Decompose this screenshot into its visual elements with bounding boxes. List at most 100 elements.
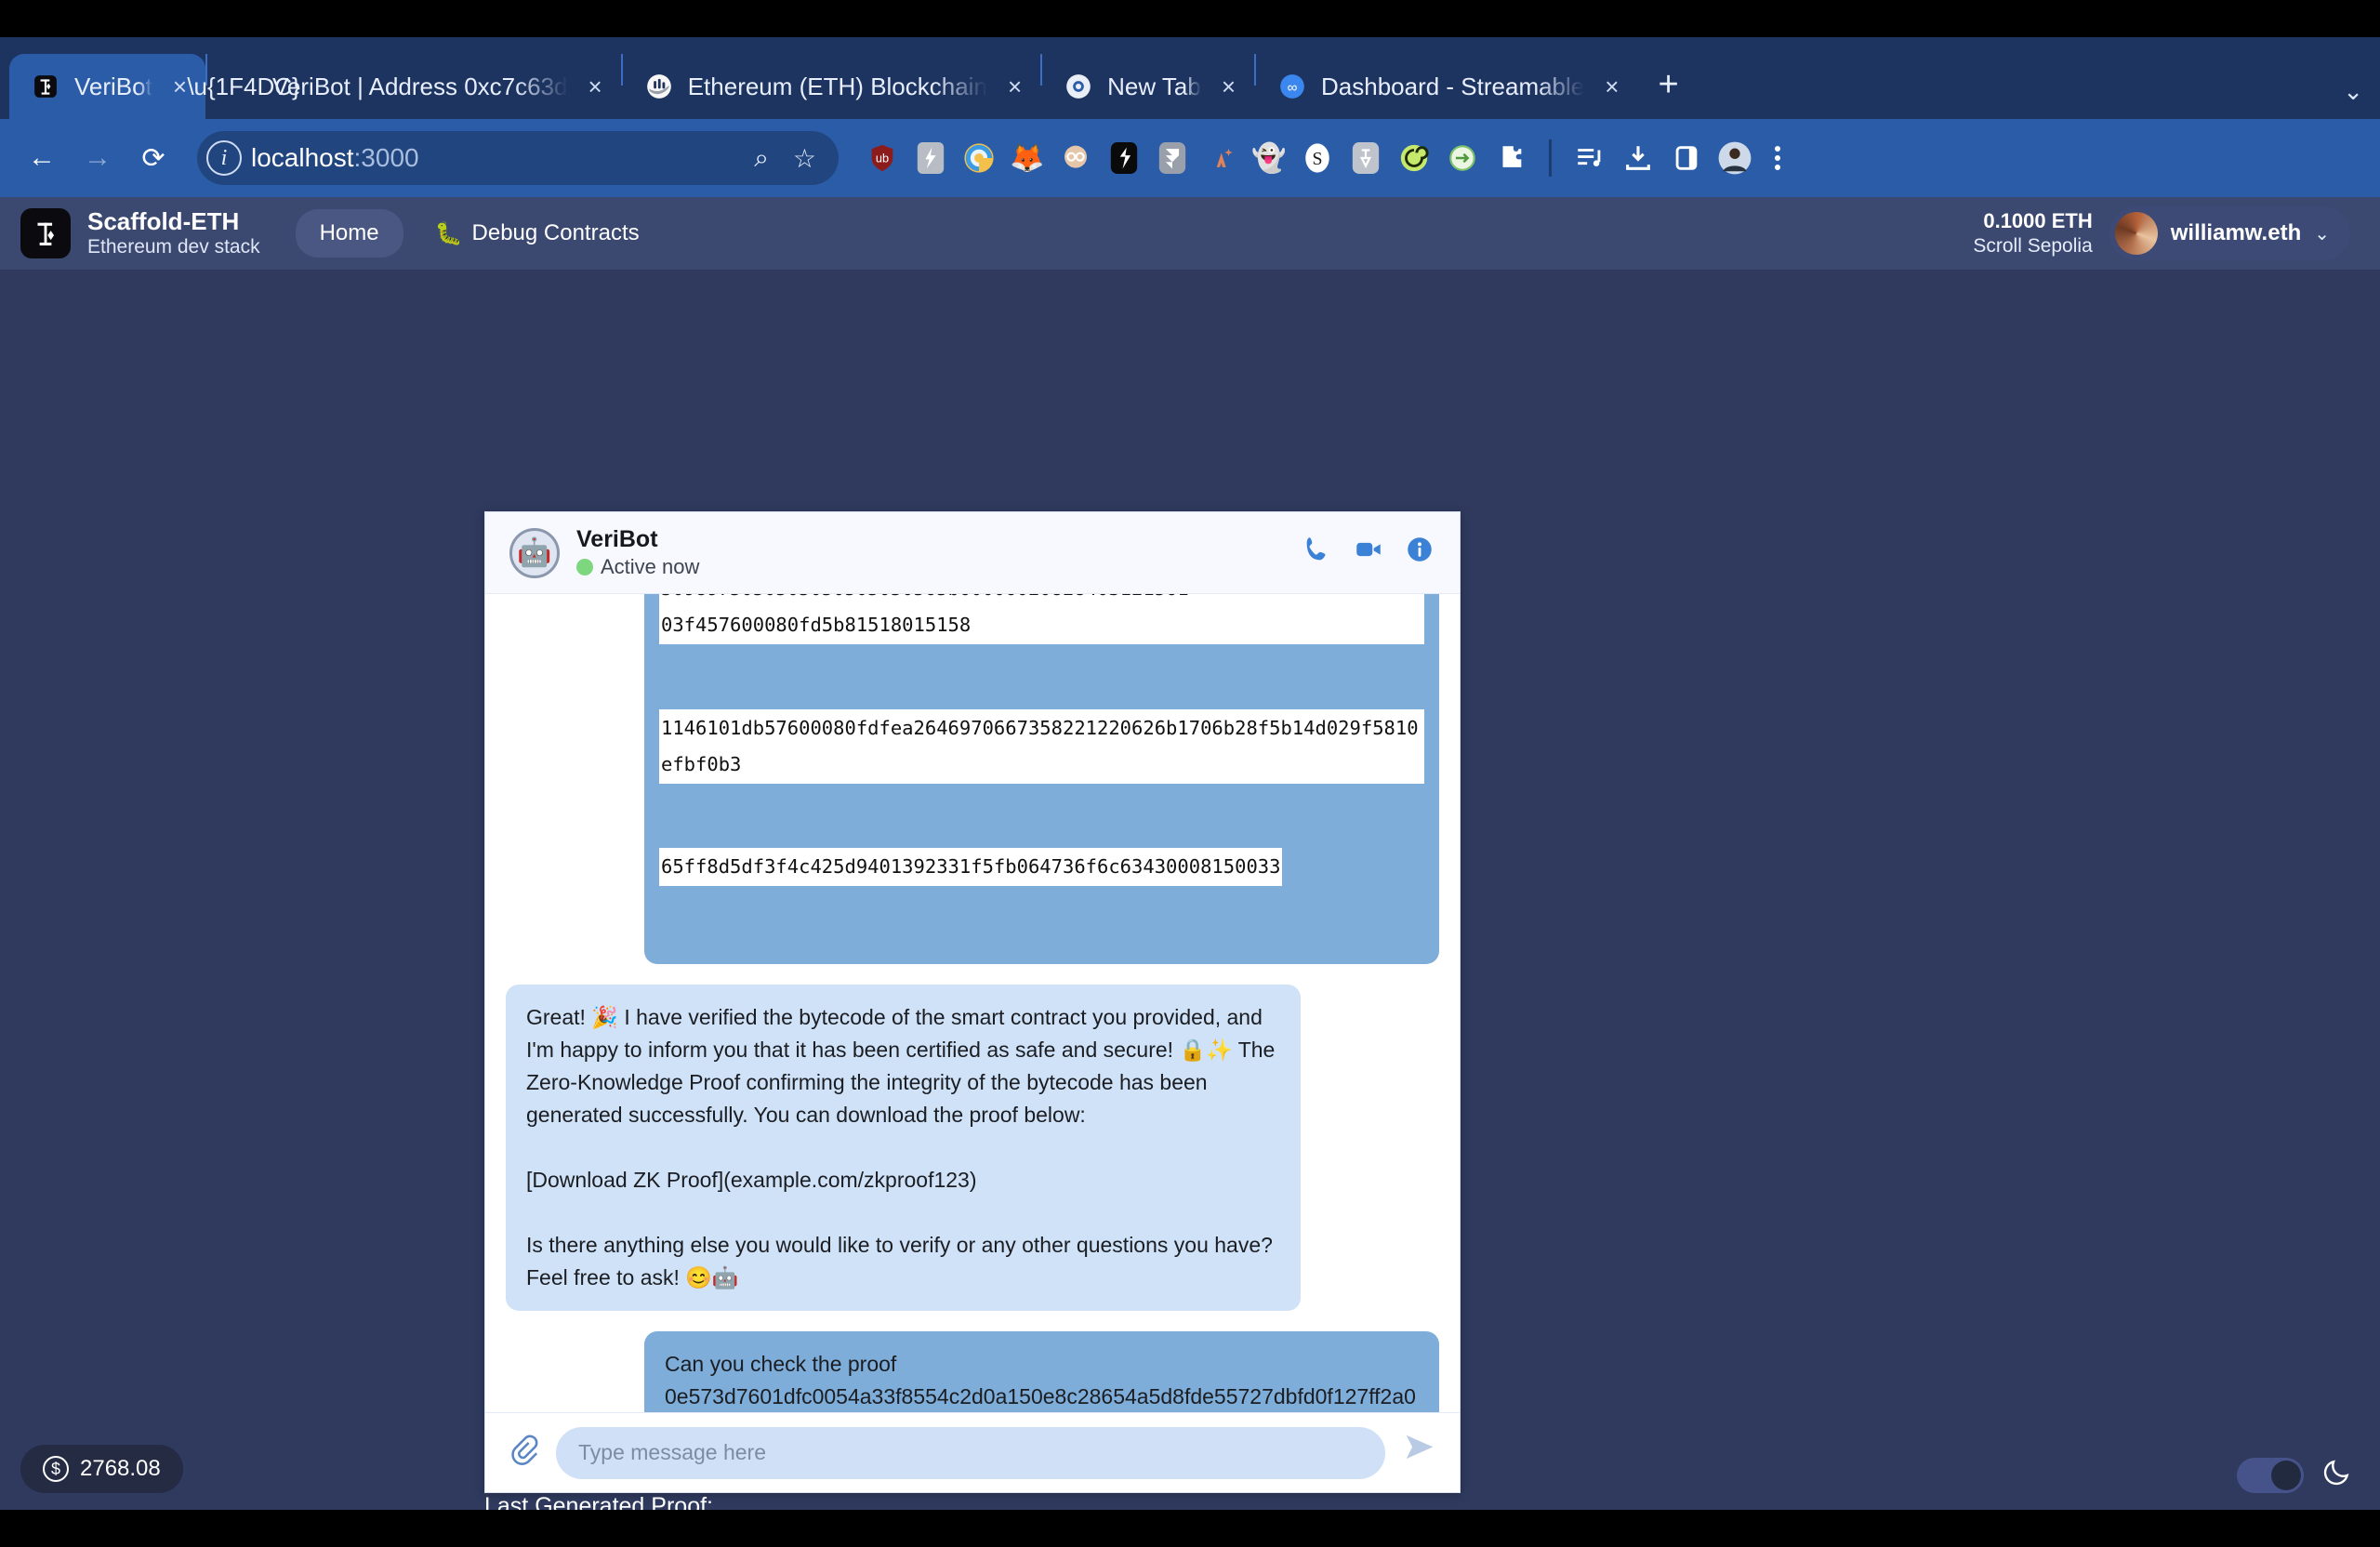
tab-close-icon[interactable]: × <box>588 73 602 101</box>
pooltogether-icon[interactable] <box>1054 137 1097 179</box>
toolbar-divider <box>1549 139 1552 177</box>
bytecode-line: 1146101db57600080fdfea264697066735822122… <box>659 708 1424 784</box>
arrow-circle-icon[interactable] <box>1441 137 1484 179</box>
chat-widget: 🤖 VeriBot Active now 03f457600080fd5b815… <box>484 511 1461 1493</box>
dollar-coin-icon: $ <box>43 1456 69 1482</box>
call-icon[interactable] <box>1302 534 1333 573</box>
tab-close-icon[interactable]: × <box>173 73 187 101</box>
forward-button[interactable]: → <box>73 133 123 183</box>
tab-title: Dashboard - Streamable <box>1321 72 1585 100</box>
browser-menu-button[interactable] <box>1775 146 1780 170</box>
chat-message-row: 5098975050505050505050565b60006020828403… <box>506 594 1439 965</box>
browser-window: VeriBot × \u{1F4DC} VeriBot | Address 0x… <box>0 0 2380 1547</box>
scroll-icon: \u{1F4DC} <box>187 73 300 100</box>
download-icon[interactable] <box>1617 137 1659 179</box>
eth-price-badge[interactable]: $ 2768.08 <box>20 1445 183 1493</box>
hoppscotch-icon[interactable] <box>1344 137 1387 179</box>
chat-header: 🤖 VeriBot Active now <box>485 512 1460 594</box>
tab-close-icon[interactable]: × <box>1222 73 1236 101</box>
proof-heading: Last Generated Proof: <box>484 1493 713 1510</box>
claude-icon[interactable] <box>1199 137 1242 179</box>
chat-input-bar <box>485 1412 1460 1492</box>
chrome-icon <box>1064 73 1092 100</box>
new-tab-button[interactable]: + <box>1658 67 1678 102</box>
scaffold-eth-logo[interactable] <box>20 208 71 258</box>
extension-icons: ub 🦊 👻 S <box>861 137 1532 179</box>
chat-bubble-user-bytecode: 5098975050505050505050565b60006020828403… <box>644 594 1439 965</box>
spiral-icon[interactable] <box>1393 137 1435 179</box>
chat-message-row: Can you check the proof 0e573d7601dfc005… <box>506 1330 1439 1412</box>
address-bar-url: localhost:3000 <box>251 143 737 173</box>
eth-price-value: 2768.08 <box>80 1456 161 1481</box>
address-bar[interactable]: i localhost:3000 ⌕ ☆ <box>197 131 839 185</box>
network-name: Scroll Sepolia <box>1973 234 2093 257</box>
browser-tab-streamable[interactable]: ∞ Dashboard - Streamable × <box>1256 54 1637 119</box>
back-button[interactable]: ← <box>17 133 67 183</box>
balance-amount: 0.1000 ETH <box>1983 209 2093 233</box>
nav-item-home[interactable]: Home <box>295 209 403 258</box>
lightning-icon[interactable] <box>1103 137 1145 179</box>
browser-tab-address[interactable]: \u{1F4DC} VeriBot | Address 0xc7c63d × <box>187 54 621 119</box>
media-playlist-icon[interactable] <box>1568 137 1611 179</box>
chat-bubble-user-check-proof: Can you check the proof 0e573d7601dfc005… <box>644 1330 1439 1412</box>
metamask-icon[interactable]: 🦊 <box>1006 137 1049 179</box>
chat-header-actions <box>1302 534 1435 573</box>
browser-tab-veribot[interactable]: VeriBot × <box>9 54 206 119</box>
zoom-icon[interactable]: ⌕ <box>747 143 776 174</box>
url-port: :3000 <box>353 143 419 172</box>
safe-icon[interactable]: S <box>1296 137 1339 179</box>
site-info-icon[interactable]: i <box>206 140 242 176</box>
chat-message-row: Great! 🎉 I have verified the bytecode of… <box>506 985 1439 1311</box>
side-panel-icon[interactable] <box>1665 137 1708 179</box>
theme-switcher <box>2237 1457 2352 1493</box>
chat-bubble-bot-verified: Great! 🎉 I have verified the bytecode of… <box>506 985 1301 1311</box>
chat-identity: VeriBot Active now <box>576 525 699 580</box>
bookmark-star-icon[interactable]: ☆ <box>786 143 824 174</box>
message-input[interactable] <box>556 1426 1385 1479</box>
browser-tab-etherscan[interactable]: Ethereum (ETH) Blockchain × <box>623 54 1040 119</box>
tab-title: Ethereum (ETH) Blockchain <box>687 72 987 100</box>
url-host: localhost <box>251 143 354 172</box>
etherscan-icon <box>645 73 673 100</box>
ublock-origin-icon[interactable]: ub <box>861 137 904 179</box>
tab-title: New Tab <box>1107 72 1201 100</box>
app-name: Scaffold-ETH <box>87 206 240 235</box>
page-content: Scaffold-ETH Ethereum dev stack Home 🐛 D… <box>0 197 2380 1510</box>
chat-message-list[interactable]: 5098975050505050505050565b60006020828403… <box>485 594 1460 1412</box>
account-button[interactable]: williamw.eth ⌄ <box>2109 206 2350 260</box>
profile-avatar[interactable] <box>1713 137 1756 179</box>
extensions-puzzle-icon[interactable] <box>1489 137 1532 179</box>
moon-icon[interactable] <box>2322 1457 2352 1493</box>
chat-bot-status: Active now <box>576 554 699 580</box>
bug-icon: 🐛 <box>434 220 463 246</box>
nav-item-debug-label: Debug Contracts <box>471 220 640 245</box>
sentry-icon[interactable] <box>909 137 952 179</box>
tab-title: VeriBot <box>74 72 152 100</box>
framer-icon[interactable] <box>1151 137 1194 179</box>
video-call-icon[interactable] <box>1352 534 1385 573</box>
ghost-icon[interactable]: 👻 <box>1248 137 1290 179</box>
paperclip-icon[interactable] <box>508 1434 539 1473</box>
status-dot-icon <box>576 559 593 576</box>
svg-text:∞: ∞ <box>1288 80 1298 96</box>
chat-bot-name: VeriBot <box>576 526 658 553</box>
window-top-bar <box>0 0 2380 37</box>
info-icon[interactable] <box>1404 534 1435 573</box>
app-tagline: Ethereum dev stack <box>87 235 260 258</box>
tab-close-icon[interactable]: × <box>1008 73 1022 101</box>
chevron-down-icon[interactable]: ⌄ <box>2314 222 2330 245</box>
nav-item-debug-contracts[interactable]: 🐛 Debug Contracts <box>435 220 640 247</box>
account-name: williamw.eth <box>2170 220 2302 245</box>
bytecode-line: 5098975050505050505050565b60006020828403… <box>659 594 1424 644</box>
browser-toolbar: ← → ⟳ i localhost:3000 ⌕ ☆ ub 🦊 👻 S <box>0 119 2380 197</box>
browser-tab-newtab[interactable]: New Tab × <box>1042 54 1254 119</box>
avatar <box>2114 212 2158 255</box>
theme-toggle[interactable] <box>2237 1457 2304 1493</box>
streamable-icon: ∞ <box>1278 73 1306 100</box>
send-icon[interactable] <box>1402 1431 1437 1474</box>
tab-close-icon[interactable]: × <box>1605 73 1619 101</box>
rainbow-wallet-icon[interactable] <box>958 137 1000 179</box>
reload-button[interactable]: ⟳ <box>128 133 178 183</box>
tab-strip: VeriBot × \u{1F4DC} VeriBot | Address 0x… <box>0 37 2380 119</box>
tab-list-chevron-icon[interactable]: ⌄ <box>2343 77 2363 106</box>
